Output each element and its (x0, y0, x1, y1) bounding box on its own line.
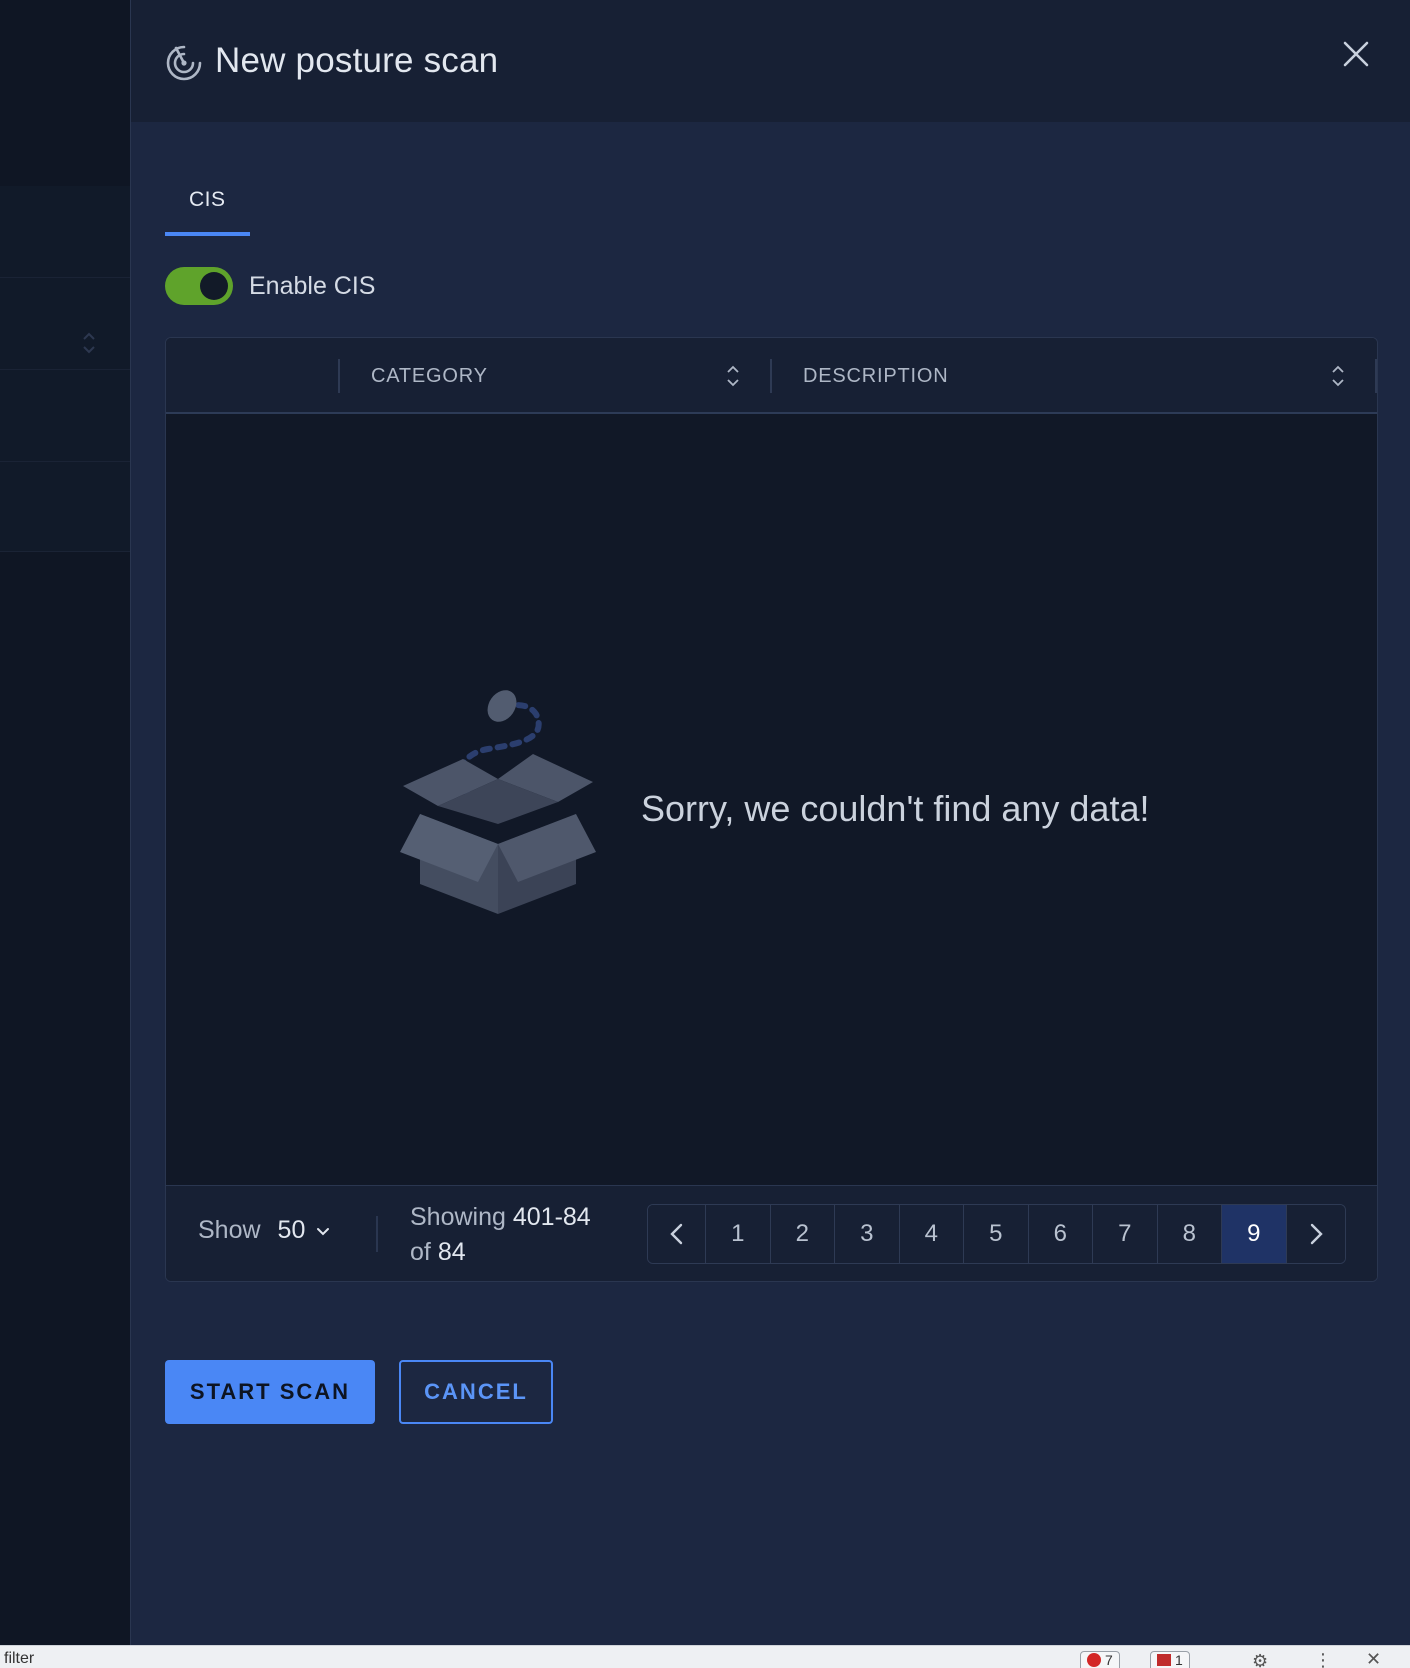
warning-icon (1157, 1654, 1171, 1666)
sort-category-icon[interactable] (726, 363, 740, 389)
column-divider (1375, 359, 1377, 393)
page-button-4[interactable]: 4 (899, 1205, 964, 1263)
table-footer: Show 50 Showing 401-84 of 84 1 2 3 4 5 6… (166, 1185, 1377, 1281)
warning-count-badge[interactable]: 1 (1150, 1651, 1190, 1668)
enable-cis-toggle[interactable] (165, 267, 233, 305)
error-icon (1087, 1653, 1101, 1667)
drawer-header: New posture scan (131, 0, 1410, 122)
page-button-8[interactable]: 8 (1157, 1205, 1222, 1263)
enable-cis-label: Enable CIS (249, 271, 376, 300)
status-text: filter (4, 1650, 35, 1667)
page-button-9-current[interactable]: 9 (1222, 1205, 1287, 1263)
showing-total: 84 (437, 1238, 466, 1266)
drawer-actions: START SCAN CANCEL (165, 1360, 553, 1424)
showing-prefix: Showing (410, 1203, 506, 1231)
tab-cis[interactable]: CIS (165, 180, 250, 236)
background-row (0, 278, 130, 370)
toggle-knob (200, 272, 228, 300)
page-size-value: 50 (277, 1216, 306, 1244)
empty-message: Sorry, we couldn't find any data! (641, 788, 1150, 829)
tab-bar: CIS (165, 180, 250, 236)
browser-status-bar: filter 7 1 ⚙ ⋮ ✕ (0, 1645, 1410, 1668)
column-header-category[interactable]: CATEGORY (371, 338, 488, 414)
showing-of: of (410, 1238, 431, 1266)
column-header-description[interactable]: DESCRIPTION (803, 338, 948, 414)
sort-description-icon[interactable] (1331, 363, 1345, 389)
gear-icon[interactable]: ⚙ (1252, 1651, 1268, 1668)
page-button-5[interactable]: 5 (964, 1205, 1029, 1263)
background-row (0, 462, 130, 552)
background-app (0, 0, 130, 1645)
close-panel-icon[interactable]: ✕ (1366, 1649, 1381, 1668)
warning-count: 1 (1175, 1652, 1183, 1668)
showing-summary: Showing 401-84 of 84 (410, 1200, 630, 1270)
table-header: CATEGORY DESCRIPTION (166, 338, 1377, 414)
page-button-6[interactable]: 6 (1028, 1205, 1093, 1263)
show-label: Show (198, 1216, 261, 1244)
page-button-3[interactable]: 3 (835, 1205, 900, 1263)
column-divider (770, 359, 772, 393)
chevron-down-icon (317, 1227, 330, 1235)
next-page-button[interactable] (1286, 1205, 1345, 1263)
column-divider (338, 359, 340, 393)
footer-divider (376, 1216, 378, 1252)
close-icon[interactable] (1340, 38, 1372, 70)
enable-cis-row: Enable CIS (165, 267, 375, 305)
prev-page-button[interactable] (648, 1205, 706, 1263)
background-row (0, 370, 130, 462)
cis-table: CATEGORY DESCRIPTION Sorry, we couldn't … (165, 337, 1378, 1282)
chevron-right-icon (1310, 1223, 1323, 1245)
page-button-2[interactable]: 2 (770, 1205, 835, 1263)
start-scan-button[interactable]: START SCAN (165, 1360, 375, 1424)
empty-state: Sorry, we couldn't find any data! (166, 416, 1377, 1186)
cancel-button[interactable]: CANCEL (399, 1360, 553, 1424)
empty-box-icon (400, 690, 596, 914)
radar-scan-icon (166, 45, 202, 81)
chevron-left-icon (669, 1223, 682, 1245)
page-button-1[interactable]: 1 (706, 1205, 771, 1263)
page-size-select[interactable]: Show 50 (198, 1216, 331, 1245)
pagination: 1 2 3 4 5 6 7 8 9 (647, 1204, 1346, 1264)
error-count-badge[interactable]: 7 (1080, 1651, 1120, 1668)
background-sort-icon (83, 332, 95, 354)
new-posture-scan-drawer: New posture scan CIS Enable CIS CATEGORY… (130, 0, 1410, 1645)
more-options-icon[interactable]: ⋮ (1314, 1650, 1332, 1668)
drawer-title: New posture scan (215, 41, 499, 80)
page-button-7[interactable]: 7 (1093, 1205, 1158, 1263)
error-count: 7 (1105, 1652, 1113, 1668)
showing-range: 401-84 (512, 1203, 591, 1231)
background-row (0, 186, 130, 278)
